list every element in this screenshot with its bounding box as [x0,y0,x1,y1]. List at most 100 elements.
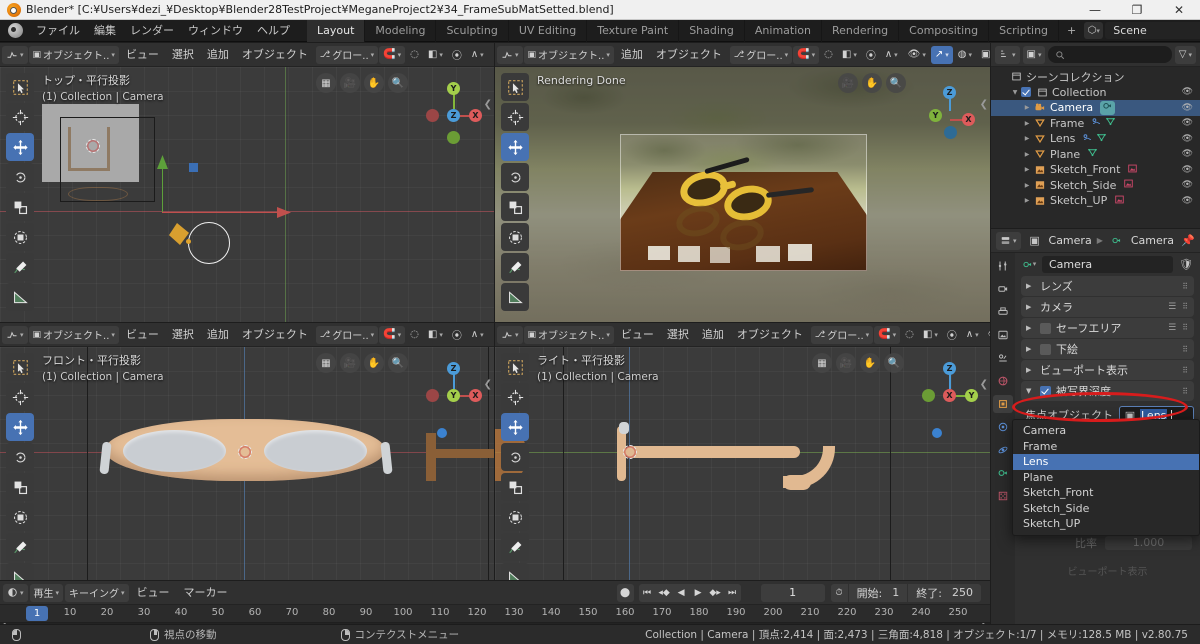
timeline-playhead[interactable]: 1 [26,606,48,621]
transform-pivot-icon[interactable]: ⦿ [943,326,961,344]
preset-list-icon[interactable]: ☰ [1168,323,1176,333]
tab-render-icon[interactable] [993,280,1013,298]
pivot-point-icon[interactable]: ◧ ▾ [838,46,861,64]
minimize-button[interactable]: — [1074,0,1116,20]
snap-icon[interactable]: 🧲 ▾ [874,325,901,344]
outliner-row-collection[interactable]: ▼ Collection 👁 [991,85,1200,101]
dropdown-option-sketch-front[interactable]: Sketch_Front [1013,485,1199,501]
outliner-row-sketch-front[interactable]: ▶ Sketch_Front 👁 [991,162,1200,178]
toggle-grid-icon[interactable]: ▦ [812,353,832,373]
menu-object[interactable]: オブジェクト [236,326,314,344]
menu-view[interactable]: ビュー [615,326,660,344]
collection-checkbox[interactable] [1021,87,1031,98]
proportional-edit-icon[interactable]: ◌ [901,326,918,344]
tab-texture-icon[interactable] [993,487,1013,505]
visibility-eye-icon[interactable]: 👁 [1182,134,1193,144]
falloff-icon[interactable]: ∧ ▾ [467,46,488,64]
tab-sculpting[interactable]: Sculpting [436,19,509,42]
viewport-top-left-canvas[interactable]: トップ・平行投影 (1) Collection | Camera ▦ 🎥 ✋ 🔍… [0,67,494,322]
panel-drag-grip-icon[interactable]: ⠿ [1182,323,1189,333]
gizmo-axis-y-positive[interactable]: Y [929,109,942,122]
transform-orientation-button[interactable]: ⎇ グロー.. ▾ [315,325,379,344]
tool-annotate-icon[interactable] [501,253,529,281]
pivot-point-icon[interactable]: ◧ ▾ [919,326,942,344]
image-data-icon[interactable] [1127,163,1138,177]
gizmo-axis-z-positive[interactable]: Z [447,109,460,122]
disclosure-triangle-icon[interactable]: ▶ [1021,135,1033,142]
sidebar-toggle-arrow-icon[interactable]: ❮ [484,99,492,110]
gizmo-rotate-ring[interactable] [188,222,230,264]
menu-file[interactable]: ファイル [29,21,87,41]
gizmo-axis-x-positive[interactable]: X [469,389,482,402]
gizmo-y-axis[interactable] [162,163,163,213]
gizmo-axis-x-positive[interactable]: X [962,113,975,126]
dropdown-option-plane[interactable]: Plane [1013,470,1199,486]
zoom-view-icon[interactable]: 🔍 [388,353,408,373]
tool-rotate-icon[interactable] [6,163,34,191]
frame-end-field[interactable]: 終了: 250 [908,583,981,602]
display-mode-button[interactable]: ▣ ▾ [1022,45,1046,64]
tab-tool-icon[interactable] [993,257,1013,275]
current-frame-field[interactable]: 1 [760,583,825,602]
menu-view[interactable]: ビュー [120,326,165,344]
tab-scene-icon[interactable] [993,349,1013,367]
outliner-editor[interactable]: ▾ ▣ ▾ ▽ ▾ シーンコレクション ▼ Collection 👁 ▶ Cam… [991,43,1200,228]
gizmo-toggle-icon[interactable]: ↗ ▾ [930,45,953,64]
viewport-bottom-left[interactable]: ▾ ▣ オブジェクト.. ▾ ビュー 選択 追加 オブジェクト ⎇ グロー.. ▾ … [0,323,494,580]
tool-select-box-icon[interactable] [6,73,34,101]
menu-select[interactable]: 選択 [166,46,200,64]
visibility-eye-icon[interactable]: 👁 [1182,165,1193,175]
panel-camera[interactable]: ▶ カメラ ☰ ⠿ [1021,297,1194,317]
timeline-editor[interactable]: ▾ 再生▾ キーイング▾ ビュー マーカー ⬤ ⏮ ◂◆ ◀ ▶ ◆▸ ⏭ [0,581,990,635]
outliner-row-sketch-side[interactable]: ▶ Sketch_Side 👁 [991,178,1200,194]
tool-measure-icon[interactable] [6,283,34,311]
panel-drag-grip-icon[interactable]: ⠿ [1182,345,1189,354]
tab-shading[interactable]: Shading [679,19,745,42]
filter-icon[interactable]: ▽ ▾ [1174,45,1196,64]
viewport-top-right-navigation-gizmo[interactable]: Z X Y [922,79,978,139]
xray-toggle-icon[interactable]: ▣ [977,46,990,64]
gizmo-axis-y-negative[interactable] [922,389,935,402]
disclosure-triangle-icon[interactable]: ▶ [1021,151,1033,158]
jump-to-next-keyframe-button[interactable]: ◆▸ [706,583,724,602]
tool-select-box-icon[interactable] [6,353,34,381]
menu-render[interactable]: レンダー [123,21,181,41]
tab-texture-paint[interactable]: Texture Paint [587,19,680,42]
menu-add[interactable]: 追加 [201,46,235,64]
mesh-data-icon[interactable] [1096,132,1107,146]
gizmo-axis-x-negative[interactable] [426,389,439,402]
tool-annotate-icon[interactable] [6,253,34,281]
image-data-icon[interactable] [1114,194,1125,208]
maximize-button[interactable]: ❐ [1116,0,1158,20]
zoom-view-icon[interactable]: 🔍 [884,353,904,373]
focus-object-dropdown[interactable]: Camera Frame Lens Plane Sketch_Front Ske… [1012,419,1200,536]
tool-measure-icon[interactable] [501,283,529,311]
transform-orientation-button[interactable]: ⎇ グロー.. ▾ [810,325,874,344]
falloff-icon[interactable]: ∧ ▾ [962,326,983,344]
tool-move-icon[interactable] [6,133,34,161]
tool-rotate-icon[interactable] [501,163,529,191]
image-data-icon[interactable] [1123,178,1134,192]
tool-move-icon[interactable] [6,413,34,441]
gizmo-axis-x-negative[interactable] [426,109,439,122]
tab-output-icon[interactable] [993,303,1013,321]
pan-view-icon[interactable]: ✋ [862,73,882,93]
overflow-icon[interactable]: ❯ [489,326,494,344]
dropdown-option-sketch-side[interactable]: Sketch_Side [1013,501,1199,517]
tab-modeling[interactable]: Modeling [365,19,437,42]
pivot-point-icon[interactable]: ◧ ▾ [424,326,447,344]
playback-menu-button[interactable]: 再生 ▾ [29,583,64,602]
tool-move-icon[interactable] [501,133,529,161]
tool-move-icon[interactable] [501,413,529,441]
interaction-mode-button[interactable]: ▣ オブジェクト.. ▾ [523,325,614,344]
tool-cursor-icon[interactable] [501,103,529,131]
editor-type-button[interactable]: ▾ [996,231,1021,250]
panel-safe-areas[interactable]: ▶ セーフエリア ☰ ⠿ [1021,318,1194,338]
outliner-row-scene-collection[interactable]: シーンコレクション [991,69,1200,85]
viewport-bottom-right-navigation-gizmo[interactable]: Z X Y [922,359,978,415]
disclosure-triangle-icon[interactable]: ▼ [1009,89,1021,96]
menu-edit[interactable]: 編集 [87,21,123,41]
mesh-data-icon[interactable] [1087,147,1098,161]
gizmo-axis-z-positive[interactable]: Z [943,86,956,99]
proportional-edit-icon[interactable]: ◌ [406,46,423,64]
